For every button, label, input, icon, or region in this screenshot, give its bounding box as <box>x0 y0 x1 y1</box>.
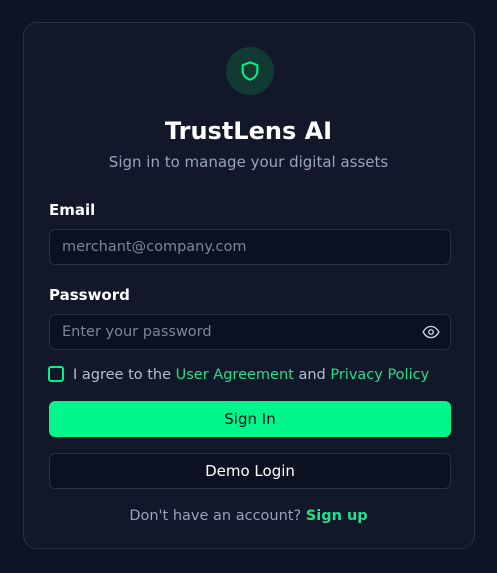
password-label: Password <box>49 286 130 304</box>
agree-prefix: I agree to the <box>73 367 176 383</box>
sign-up-link[interactable]: Sign up <box>306 508 368 524</box>
sign-in-button[interactable]: Sign In <box>49 401 451 437</box>
privacy-policy-link[interactable]: Privacy Policy <box>330 367 429 383</box>
user-agreement-link[interactable]: User Agreement <box>176 367 294 383</box>
eye-icon[interactable] <box>422 324 440 340</box>
password-field[interactable] <box>62 315 402 349</box>
agree-checkbox[interactable] <box>48 366 64 382</box>
shield-icon <box>241 61 259 81</box>
app-title: TrustLens AI <box>164 117 333 145</box>
email-field-container <box>49 229 451 265</box>
signup-prompt-text: Don't have an account? <box>129 508 306 524</box>
demo-login-button[interactable]: Demo Login <box>49 453 451 489</box>
app-subtitle: Sign in to manage your digital assets <box>108 153 389 171</box>
logo-badge <box>226 47 274 95</box>
agree-and: and <box>293 367 331 383</box>
password-field-container <box>49 314 451 350</box>
email-field[interactable] <box>62 230 402 264</box>
email-label: Email <box>49 201 96 219</box>
signup-prompt: Don't have an account? Sign up <box>0 506 497 526</box>
agree-text: I agree to the User Agreement and Privac… <box>73 366 429 385</box>
